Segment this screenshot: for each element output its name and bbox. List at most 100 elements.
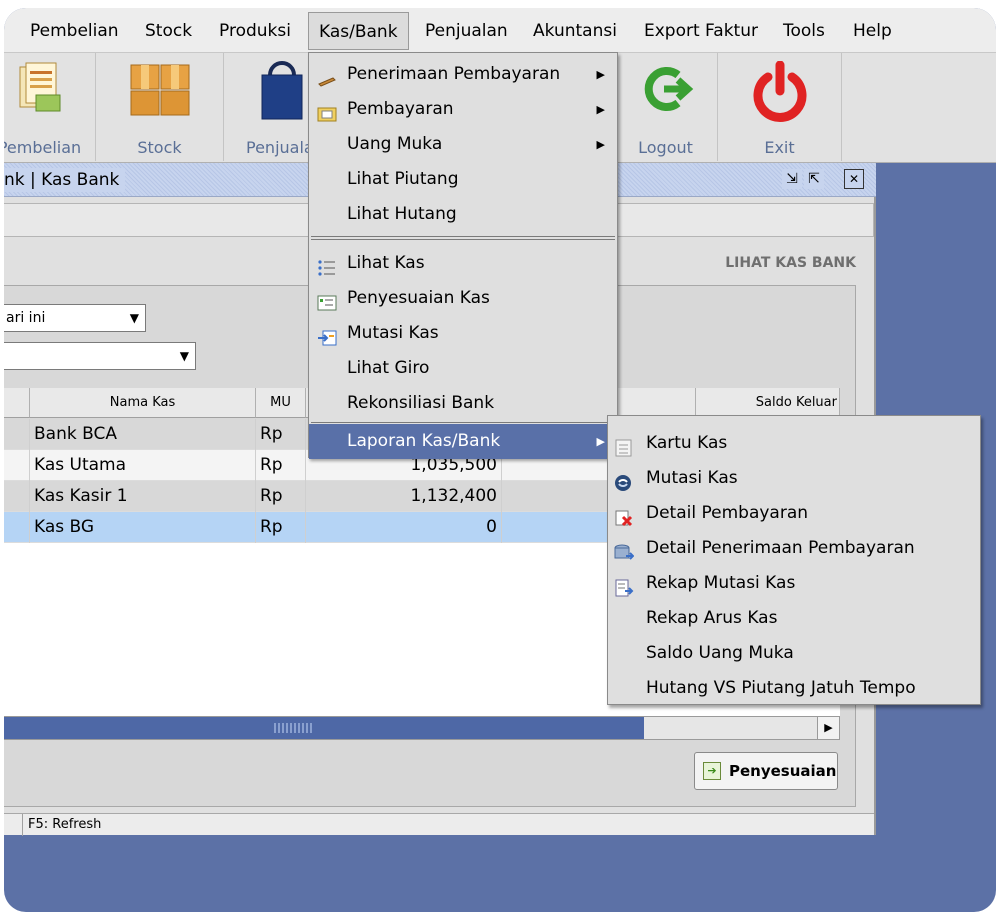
- cell-nama-kas: Kas Utama: [30, 450, 256, 481]
- submenu-arrow-icon: ▶: [596, 68, 605, 81]
- menu-item-lihat-kas[interactable]: Lihat Kas: [309, 246, 617, 281]
- table-header-nama-kas[interactable]: Nama Kas: [30, 388, 256, 418]
- horizontal-scrollbar[interactable]: ▶: [4, 716, 840, 740]
- database-import-icon: [614, 540, 635, 560]
- menu-item-rekonsiliasi-bank[interactable]: Rekonsiliasi Bank: [309, 386, 617, 421]
- row-indicator: [4, 450, 30, 481]
- power-icon: [748, 60, 812, 130]
- card-list-icon: [614, 435, 634, 457]
- menu-item-label: Lihat Piutang: [347, 169, 459, 189]
- menu-item-mutasi-kas-report[interactable]: Mutasi Kas: [608, 461, 980, 496]
- chevron-down-icon: ▼: [179, 349, 189, 363]
- menu-penjualan[interactable]: Penjualan: [425, 18, 508, 44]
- submenu-arrow-icon: ▶: [596, 103, 605, 116]
- menu-item-label: Detail Penerimaan Pembayaran: [646, 538, 915, 558]
- menu-item-hutang-vs-piutang[interactable]: Hutang VS Piutang Jatuh Tempo: [608, 671, 980, 706]
- menu-item-penyesuaian-kas[interactable]: Penyesuaian Kas: [309, 281, 617, 316]
- statusbar-divider: [22, 814, 23, 836]
- period-select[interactable]: ari ini ▼: [4, 304, 146, 332]
- chevron-down-icon: ▼: [129, 311, 139, 325]
- menu-item-label: Lihat Kas: [347, 253, 425, 273]
- menu-item-label: Pembayaran: [347, 99, 454, 119]
- window-title: nk | Kas Bank: [4, 168, 126, 192]
- menu-item-label: Kartu Kas: [646, 433, 728, 453]
- close-icon[interactable]: ✕: [844, 169, 864, 189]
- menu-item-lihat-piutang[interactable]: Lihat Piutang: [309, 162, 617, 197]
- menubar: Pembelian Stock Produksi Kas/Bank Penjua…: [4, 8, 996, 53]
- menu-item-lihat-hutang[interactable]: Lihat Hutang: [309, 197, 617, 232]
- toolbar-exit-button[interactable]: Exit: [718, 53, 842, 161]
- cell-mu: Rp: [256, 419, 306, 450]
- menu-item-detail-penerimaan-pembayaran[interactable]: Detail Penerimaan Pembayaran: [608, 531, 980, 566]
- submenu-arrow-icon: ▶: [596, 138, 605, 151]
- menu-item-pembayaran[interactable]: Pembayaran ▶: [309, 92, 617, 127]
- cell-mu: Rp: [256, 450, 306, 481]
- kas-bank-menu: Penerimaan Pembayaran ▶ Pembayaran ▶ Uan…: [308, 52, 618, 459]
- toolbar-label: Penjualan: [246, 138, 324, 157]
- pen-icon: [317, 66, 337, 87]
- cell-saldo: 1,132,400: [306, 481, 502, 512]
- penyesuaian-button[interactable]: ➔ Penyesuaian: [694, 752, 838, 790]
- document-add-icon: [614, 575, 634, 597]
- menu-stock[interactable]: Stock: [145, 18, 192, 44]
- restore-icon[interactable]: ⇲: [782, 169, 802, 189]
- scrollbar-thumb[interactable]: [4, 717, 644, 739]
- kas-select[interactable]: ▼: [4, 342, 196, 370]
- cell-mu: Rp: [256, 512, 306, 543]
- menu-item-lihat-giro[interactable]: Lihat Giro: [309, 351, 617, 386]
- invoice-stack-icon: [16, 61, 64, 122]
- row-indicator: [4, 512, 30, 543]
- statusbar-text: F5: Refresh: [28, 817, 102, 832]
- menu-item-laporan-kas-bank[interactable]: Laporan Kas/Bank ▶: [309, 424, 617, 459]
- menu-item-kartu-kas[interactable]: Kartu Kas: [608, 426, 980, 461]
- laporan-kas-bank-submenu: Kartu Kas Mutasi Kas Detail Pembayaran D…: [607, 415, 981, 705]
- menu-item-label: Penerimaan Pembayaran: [347, 64, 561, 84]
- toolbar-label: Stock: [137, 138, 182, 157]
- shopping-bag-icon: [260, 61, 304, 126]
- menu-kas-bank[interactable]: Kas/Bank: [308, 12, 409, 50]
- toolbar-logout-button[interactable]: Logout: [614, 53, 718, 161]
- maximize-icon[interactable]: ⇱: [804, 169, 824, 189]
- menu-export-faktur[interactable]: Export Faktur: [644, 18, 758, 44]
- globe-icon: [614, 470, 634, 491]
- menu-item-penerimaan-pembayaran[interactable]: Penerimaan Pembayaran ▶: [309, 57, 617, 92]
- menu-item-rekap-arus-kas[interactable]: Rekap Arus Kas: [608, 601, 980, 636]
- toolbar-label: Pembelian: [4, 138, 82, 157]
- menu-item-rekap-mutasi-kas[interactable]: Rekap Mutasi Kas: [608, 566, 980, 601]
- table-header-mu[interactable]: MU: [256, 388, 306, 418]
- row-indicator: [4, 481, 30, 512]
- menu-item-label: Lihat Hutang: [347, 204, 457, 224]
- arrow-right-icon: ➔: [703, 762, 721, 780]
- scrollbar-grip: [274, 723, 312, 733]
- cell-mu: Rp: [256, 481, 306, 512]
- scroll-right-icon[interactable]: ▶: [817, 717, 839, 739]
- menu-item-label: Rekap Arus Kas: [646, 608, 778, 628]
- statusbar: F5: Refresh: [4, 813, 874, 836]
- penyesuaian-label: Penyesuaian: [729, 762, 837, 780]
- delete-document-icon: [614, 505, 634, 527]
- toolbar-stock-button[interactable]: Stock: [96, 53, 224, 161]
- menu-item-label: Rekonsiliasi Bank: [347, 393, 495, 413]
- menu-tools[interactable]: Tools: [783, 18, 825, 44]
- menu-pembelian[interactable]: Pembelian: [30, 18, 119, 44]
- row-indicator: [4, 419, 30, 450]
- payment-folder-icon: [317, 101, 337, 122]
- table-header-saldo-keluar[interactable]: Saldo Keluar: [696, 388, 840, 418]
- cell-saldo: 0: [306, 512, 502, 543]
- toolbar-penjualan-button[interactable]: Penjualan: [224, 53, 324, 161]
- menu-item-saldo-uang-muka[interactable]: Saldo Uang Muka: [608, 636, 980, 671]
- toolbar-pembelian-button[interactable]: Pembelian: [4, 53, 96, 161]
- menu-help[interactable]: Help: [853, 18, 892, 44]
- menu-separator: [311, 422, 615, 423]
- menu-item-label: Mutasi Kas: [646, 468, 738, 488]
- menu-item-detail-pembayaran[interactable]: Detail Pembayaran: [608, 496, 980, 531]
- menu-produksi[interactable]: Produksi: [219, 18, 291, 44]
- menu-item-mutasi-kas[interactable]: Mutasi Kas: [309, 316, 617, 351]
- toolbar-label: Exit: [764, 138, 795, 157]
- menu-item-uang-muka[interactable]: Uang Muka ▶: [309, 127, 617, 162]
- menu-akuntansi[interactable]: Akuntansi: [533, 18, 617, 44]
- period-select-value: ari ini: [6, 310, 46, 326]
- menu-item-label: Mutasi Kas: [347, 323, 439, 343]
- menu-item-label: Rekap Mutasi Kas: [646, 573, 796, 593]
- submenu-arrow-icon: ▶: [596, 435, 605, 448]
